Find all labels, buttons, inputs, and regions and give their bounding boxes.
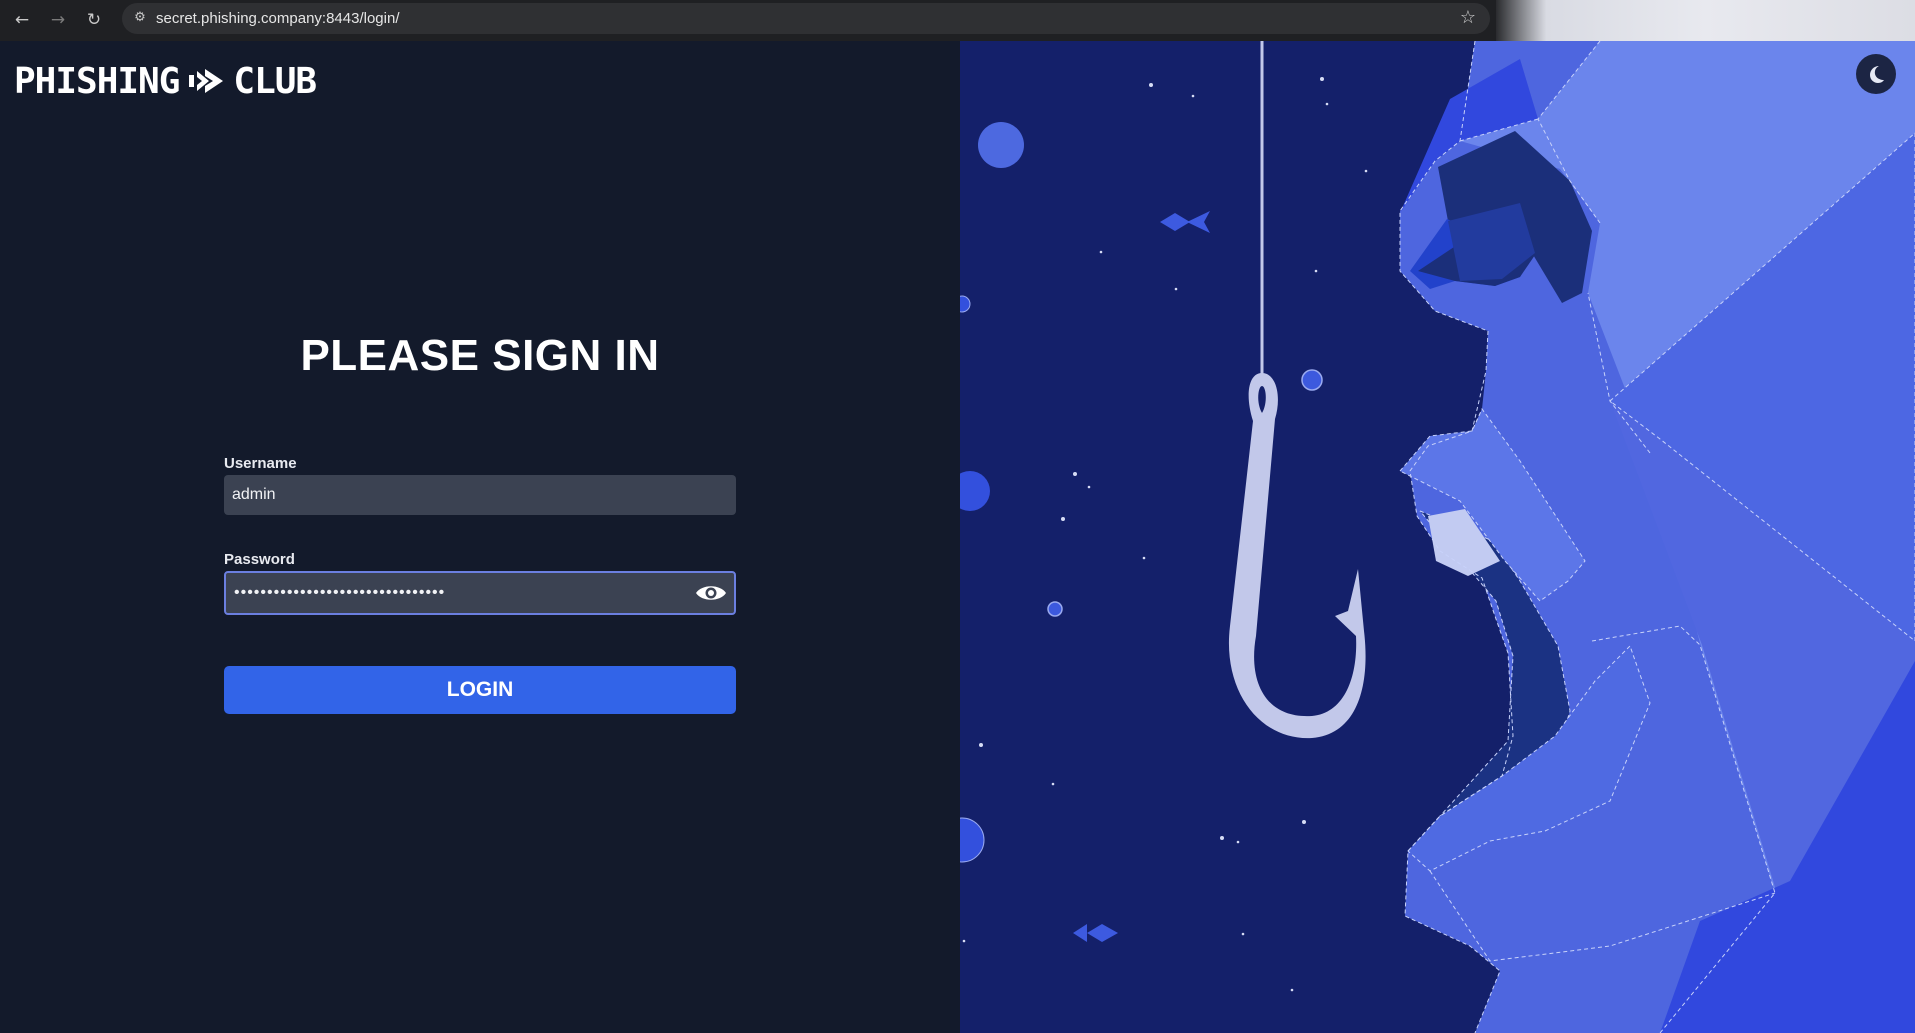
logo-arrow-icon bbox=[189, 69, 224, 93]
page-title: PLEASE SIGN IN bbox=[300, 331, 660, 380]
blurred-browser-area bbox=[1496, 0, 1915, 41]
address-bar[interactable]: ⚙ secret.phishing.company:8443/login/ ☆ bbox=[122, 3, 1490, 34]
reload-icon[interactable]: ↻ bbox=[80, 6, 108, 34]
site-info-icon[interactable]: ⚙ bbox=[130, 8, 150, 28]
browser-toolbar: ← → ↻ ⚙ secret.phishing.company:8443/log… bbox=[0, 0, 1915, 41]
logo-text-right: CLUB bbox=[233, 60, 317, 102]
login-panel: PHISHING CLUB PLEASE SIGN IN Username ad… bbox=[0, 41, 960, 1033]
username-input[interactable]: admin bbox=[224, 475, 736, 515]
hero-illustration bbox=[960, 41, 1915, 1033]
brand-logo[interactable]: PHISHING CLUB bbox=[14, 60, 317, 102]
eye-icon[interactable] bbox=[694, 581, 728, 605]
logo-text-left: PHISHING bbox=[14, 60, 180, 102]
moon-icon bbox=[1870, 66, 1884, 83]
username-label: Username bbox=[224, 455, 297, 472]
password-value[interactable]: •••••••••••••••••••••••••••••••• bbox=[234, 573, 445, 613]
url-text[interactable]: secret.phishing.company:8443/login/ bbox=[156, 3, 400, 34]
password-input[interactable]: •••••••••••••••••••••••••••••••• bbox=[224, 571, 736, 615]
back-icon[interactable]: ← bbox=[8, 6, 36, 34]
theme-toggle-button[interactable] bbox=[1856, 54, 1896, 94]
face-polygons bbox=[1399, 41, 1915, 1033]
password-label: Password bbox=[224, 551, 295, 568]
username-value[interactable]: admin bbox=[232, 475, 276, 515]
phishing-hook-illustration bbox=[960, 41, 1915, 1033]
forward-icon[interactable]: → bbox=[44, 6, 72, 34]
login-button[interactable]: LOGIN bbox=[224, 666, 736, 714]
bookmark-star-icon[interactable]: ☆ bbox=[1456, 6, 1480, 30]
